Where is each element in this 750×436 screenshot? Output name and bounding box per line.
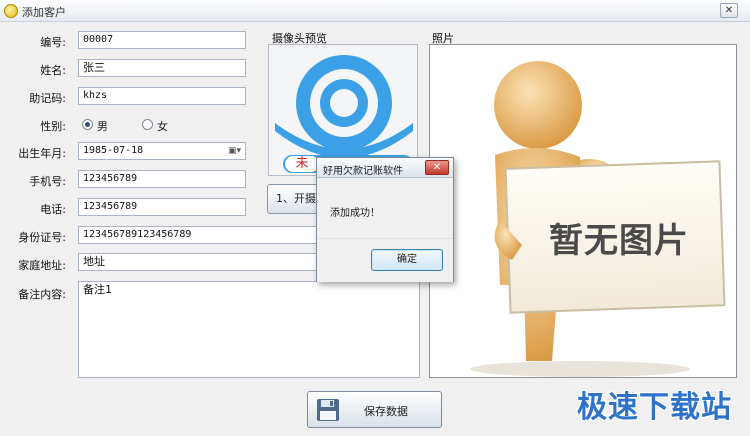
gender-label: 性别:	[40, 120, 66, 133]
gender-female-radio[interactable]	[142, 119, 153, 130]
mobile-label: 手机号:	[29, 175, 66, 188]
no-image-placeholder-icon	[470, 61, 726, 377]
phone-label: 电话:	[40, 203, 66, 216]
calendar-dropdown-icon[interactable]: ▣▾	[228, 145, 241, 157]
address-label: 家庭地址:	[18, 259, 66, 272]
save-button-label: 保存数据	[364, 405, 408, 418]
birth-value: 1985-07-18	[83, 145, 144, 156]
camera-status-text: 未	[295, 156, 309, 171]
title-bar: 添加客户 ✕	[0, 0, 750, 22]
code-field[interactable]: 00007	[78, 31, 246, 49]
mnemonic-field[interactable]: khzs	[78, 87, 246, 105]
birth-date-picker[interactable]: 1985-07-18 ▣▾	[78, 142, 246, 160]
note-textarea[interactable]: 备注1	[78, 281, 420, 378]
dialog-ok-button[interactable]: 确定	[371, 249, 443, 271]
name-field[interactable]: 张三	[78, 59, 246, 77]
address-field[interactable]: 地址	[78, 253, 318, 271]
mnemonic-label: 助记码:	[29, 92, 66, 105]
gender-female-label: 女	[157, 120, 168, 133]
dialog-close-button[interactable]: ✕	[425, 160, 449, 175]
gender-male-radio[interactable]	[82, 119, 93, 130]
floppy-disk-icon	[317, 399, 339, 421]
success-dialog: 好用欠款记账软件 ✕ 添加成功！ 确定	[316, 157, 454, 282]
dialog-message: 添加成功！	[330, 208, 380, 219]
name-label: 姓名:	[40, 64, 66, 77]
birth-label: 出生年月:	[18, 147, 66, 160]
photo-panel: 暂无图片	[429, 44, 737, 378]
window-title: 添加客户	[22, 6, 66, 19]
phone-field[interactable]: 123456789	[78, 198, 246, 216]
note-label: 备注内容:	[18, 288, 66, 301]
code-label: 编号:	[40, 36, 66, 49]
watermark-text: 极速下载站	[577, 390, 732, 425]
id-field[interactable]: 123456789123456789	[78, 226, 318, 244]
id-label: 身份证号:	[18, 231, 66, 244]
mobile-field[interactable]: 123456789	[78, 170, 246, 188]
camera-status-knob: 未	[285, 156, 319, 172]
close-icon[interactable]: ✕	[720, 3, 738, 18]
app-icon	[4, 4, 18, 18]
no-image-text: 暂无图片	[549, 221, 689, 261]
gender-male-label: 男	[97, 120, 108, 133]
dialog-title: 好用欠款记账软件	[323, 166, 403, 177]
dialog-title-bar: 好用欠款记账软件 ✕	[317, 158, 453, 178]
save-button[interactable]: 保存数据	[307, 391, 442, 428]
